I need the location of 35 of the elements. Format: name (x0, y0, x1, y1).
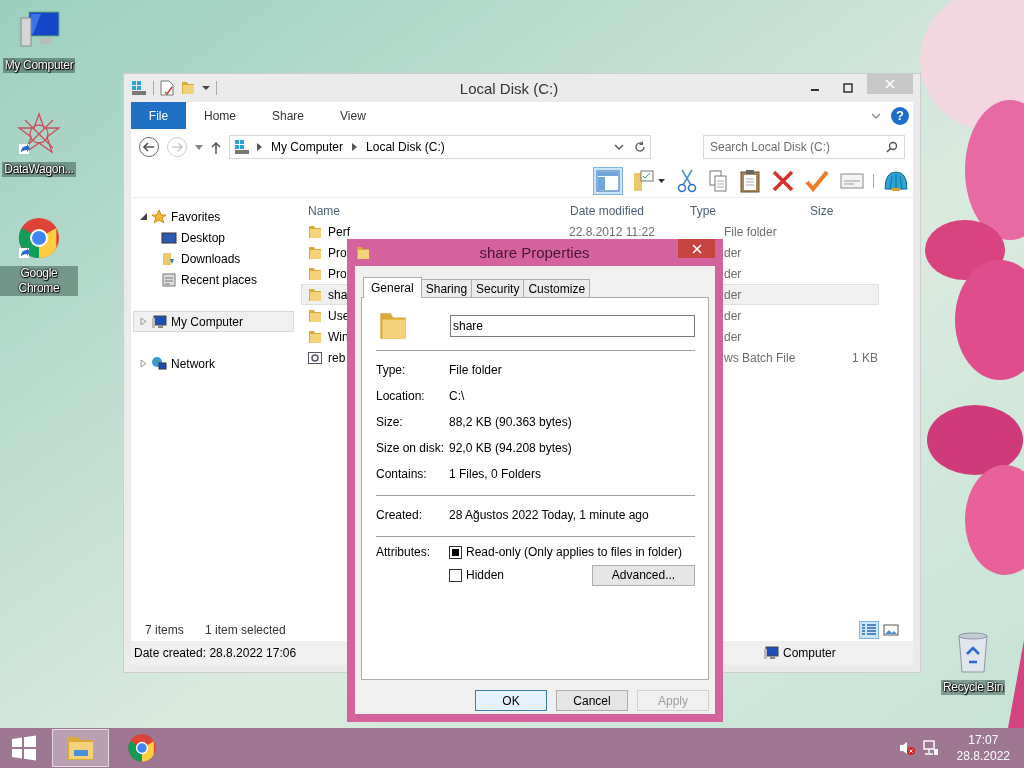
date-cell: 22.8.2012 11:22 (569, 224, 655, 239)
window-title: Local Disk (C:) (458, 79, 560, 97)
type-cell: der (724, 308, 742, 323)
size-cell: 1 KB (852, 350, 878, 365)
status-location: Computer (783, 646, 836, 660)
file-name: Pro (328, 266, 347, 281)
clock-time: 17:07 (968, 732, 999, 748)
dialog-title: share Properties (478, 244, 591, 261)
property-label: Size: (376, 415, 404, 429)
status-text: Date created: 28.8.2022 17:06 (134, 646, 297, 660)
property-label: Created: (376, 508, 424, 522)
type-cell: der (724, 287, 742, 302)
property-label: Size on disk: (376, 441, 446, 455)
file-name: Pro (328, 245, 347, 260)
property-value: 88,2 KB (90.363 bytes) (449, 415, 573, 429)
selection-info: 1 item selected (205, 623, 286, 637)
item-count: 7 items (145, 623, 185, 637)
type-cell: der (724, 266, 742, 281)
property-label: Type: (376, 363, 407, 377)
property-value: 1 Files, 0 Folders (449, 467, 543, 481)
property-value: File folder (449, 363, 503, 377)
type-cell: der (724, 245, 742, 260)
property-value: 28 Ağustos 2022 Today, 1 minute ago (449, 508, 650, 522)
type-cell: File folder (724, 224, 777, 239)
clock-date: 28.8.2022 (956, 748, 1010, 764)
property-label: Location: (376, 389, 426, 403)
file-name: Perf (328, 224, 350, 239)
property-label: Attributes: (376, 545, 432, 559)
property-label: Contains: (376, 467, 428, 481)
type-cell: der (724, 329, 742, 344)
file-name: sha (328, 287, 348, 302)
file-name: reb (328, 350, 346, 365)
property-value: 92,0 KB (94.208 bytes) (449, 441, 573, 455)
type-cell: ws Batch File (724, 350, 796, 365)
property-value: C:\ (449, 389, 466, 403)
